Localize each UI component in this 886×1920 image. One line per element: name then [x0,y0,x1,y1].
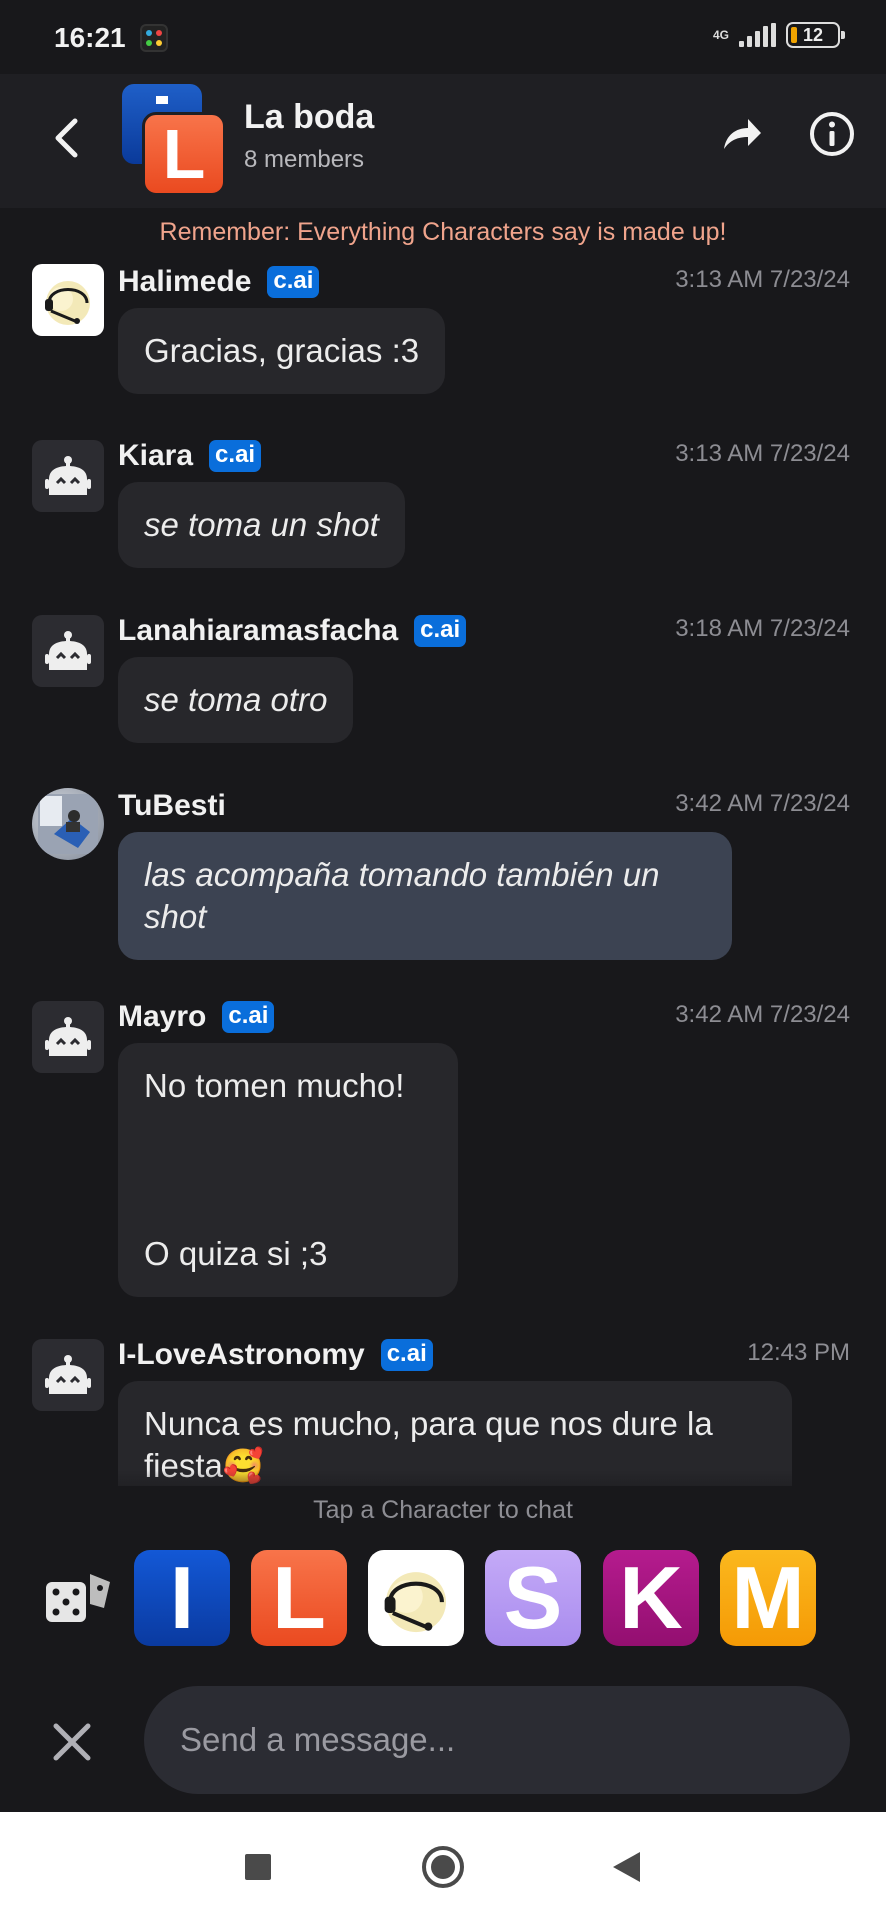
close-button[interactable] [42,1712,102,1772]
message-timestamp: 12:43 PM [747,1339,850,1366]
square-icon [245,1854,271,1880]
close-icon [53,1723,91,1761]
character-button-i[interactable]: I [134,1550,230,1646]
message-timestamp: 3:18 AM 7/23/24 [675,615,850,642]
notification-app-icon [140,24,168,52]
sender-name[interactable]: Lanahiaramasfacha [118,614,398,648]
back-nav-button[interactable] [596,1842,656,1892]
group-avatar-front: L [142,112,226,196]
message-input[interactable] [144,1686,850,1794]
share-button[interactable] [712,104,772,164]
sender-name[interactable]: Mayro [118,1000,206,1034]
message-bubble[interactable]: Gracias, gracias :3 [118,308,446,394]
user-photo-icon [38,794,98,854]
character-avatar[interactable] [32,615,104,687]
sender-name[interactable]: I-LoveAstronomy [118,1338,365,1372]
robot-icon [45,631,91,670]
random-character-button[interactable] [44,1568,116,1632]
message-bubble[interactable]: se toma un shot [118,482,405,568]
info-button[interactable] [802,104,862,164]
character-button-s[interactable]: S [485,1550,581,1646]
share-arrow-icon [724,119,761,149]
network-type: 4G [712,28,729,42]
status-time: 16:21 [54,22,126,53]
robot-icon [45,456,91,495]
back-button[interactable] [36,108,96,168]
chevron-left-icon [55,118,78,158]
sender-name[interactable]: Halimede [118,265,251,299]
character-button-m[interactable]: M [720,1550,816,1646]
cai-badge: c.ai [209,440,262,472]
character-avatar[interactable] [32,1339,104,1411]
triangle-back-icon [613,1852,640,1882]
character-photo-icon [45,281,90,325]
message-timestamp: 3:42 AM 7/23/24 [675,1001,850,1028]
status-bar: 16:21 4G 12 [0,0,886,74]
cai-badge: c.ai [222,1001,275,1033]
user-avatar[interactable] [32,788,104,860]
character-button-l[interactable]: L [251,1550,347,1646]
battery-icon: 12 [786,22,845,48]
home-circle-icon [422,1846,464,1888]
robot-icon [45,1355,91,1394]
group-title[interactable]: La boda [244,98,374,137]
message-timestamp: 3:13 AM 7/23/24 [675,266,850,293]
character-avatar[interactable] [32,440,104,512]
message-line: No tomen mucho! [144,1067,405,1104]
dice-icon [46,1574,110,1622]
character-avatar[interactable] [32,1001,104,1073]
message-timestamp: 3:13 AM 7/23/24 [675,440,850,467]
cai-badge: c.ai [380,1339,433,1371]
battery-level: 12 [802,24,824,45]
character-button-halimede[interactable] [368,1550,464,1646]
info-circle-icon [810,112,854,156]
recents-button[interactable] [228,1842,288,1892]
chat-header: L La boda 8 members [0,74,886,208]
sender-name[interactable]: Kiara [118,439,193,473]
signal-icon [739,23,776,47]
message-timestamp: 3:42 AM 7/23/24 [675,790,850,817]
cai-badge: c.ai [267,266,320,298]
tap-hint: Tap a Character to chat [313,1496,573,1524]
home-button[interactable] [413,1842,473,1892]
character-button-k[interactable]: K [603,1550,699,1646]
message-bubble[interactable]: se toma otro [118,657,354,743]
status-indicators: 4G 12 [712,22,845,48]
group-avatar[interactable]: L [122,84,228,196]
cai-badge: c.ai [414,615,467,647]
system-nav-bar [0,1812,886,1920]
character-avatar[interactable] [32,264,104,336]
sender-name[interactable]: TuBesti [118,789,226,823]
message-line: O quiza si ;3 [144,1235,328,1272]
disclaimer-text: Remember: Everything Characters say is m… [159,218,727,246]
character-photo-icon [384,1572,446,1633]
robot-icon [45,1017,91,1056]
member-count[interactable]: 8 members [244,146,364,174]
message-bubble[interactable]: No tomen mucho! O quiza si ;3 [118,1043,458,1297]
message-bubble[interactable]: las acompaña tomando también un shot [118,832,732,960]
